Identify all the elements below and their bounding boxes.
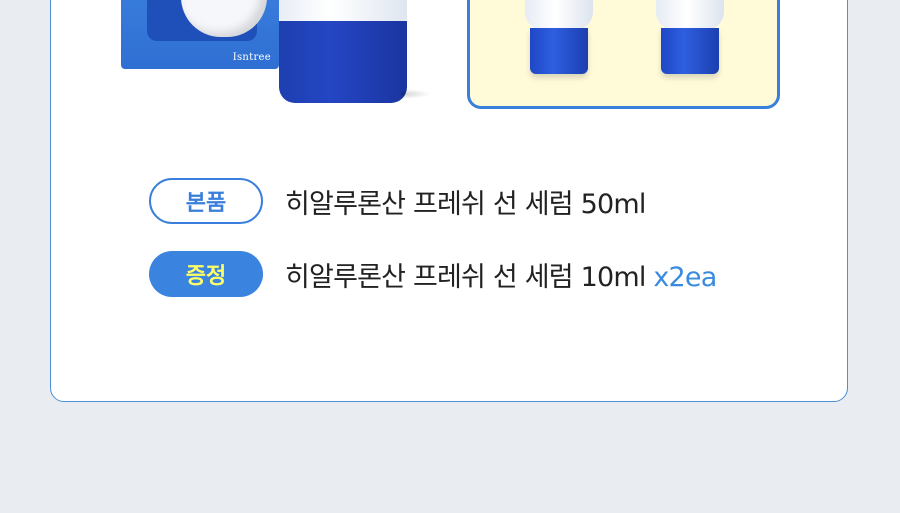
main-product-row: 본품 히알루론산 프레쉬 선 세럼 50ml — [149, 177, 646, 225]
main-product-name: 히알루론산 프레쉬 선 세럼 50ml — [285, 182, 646, 221]
product-box-image: Isntree — [121, 0, 279, 69]
gift-product-name: 히알루론산 프레쉬 선 세럼 10ml x2ea — [285, 255, 717, 294]
gift-product-panel — [467, 0, 780, 109]
gift-product-name-text: 히알루론산 프레쉬 선 세럼 10ml — [285, 261, 646, 293]
brand-logo: Isntree — [232, 52, 271, 63]
main-product-badge: 본품 — [149, 178, 263, 224]
main-product-name-text: 히알루론산 프레쉬 선 세럼 50ml — [285, 188, 646, 220]
product-card: Isntree 본품 히알루론산 프레쉬 선 세럼 50ml 증정 히알루론산 … — [50, 0, 848, 402]
gift-badge: 증정 — [149, 251, 263, 297]
tube-cap — [279, 21, 407, 103]
tube-shadow — [401, 89, 431, 99]
gift-tube-cap — [661, 28, 719, 74]
tube-body — [279, 0, 407, 23]
main-product-tube-image — [279, 0, 431, 104]
gift-quantity: x2ea — [653, 261, 717, 293]
gift-tube-image-2 — [656, 0, 724, 76]
gift-tube-image-1 — [525, 0, 593, 76]
gift-tube-body — [525, 0, 593, 30]
gift-tube-cap — [530, 28, 588, 74]
gift-product-row: 증정 히알루론산 프레쉬 선 세럼 10ml x2ea — [149, 250, 717, 298]
gift-tube-body — [656, 0, 724, 30]
